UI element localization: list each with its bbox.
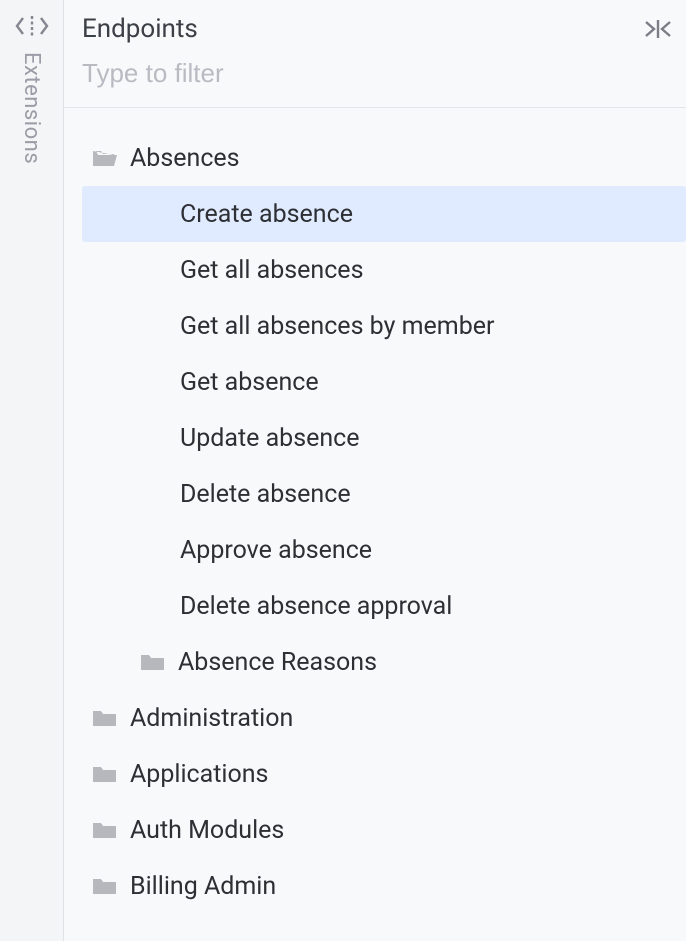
tree-item[interactable]: Absences bbox=[82, 130, 686, 186]
filter-input[interactable] bbox=[82, 58, 668, 89]
tree-item-label: Update absence bbox=[180, 424, 360, 453]
tree-item-label: Create absence bbox=[180, 200, 353, 229]
endpoint-tree: Absences Create absence Get all absences Ge… bbox=[64, 108, 686, 914]
tree-item[interactable]: Get all absences by member bbox=[82, 298, 686, 354]
tree-item[interactable]: Delete absence bbox=[82, 466, 686, 522]
tree-item-label: Auth Modules bbox=[130, 816, 284, 845]
tree-item-label: Administration bbox=[130, 704, 293, 733]
tree-item-label: Approve absence bbox=[180, 536, 372, 565]
tree-item-label: Absences bbox=[130, 144, 240, 173]
tree-item-label: Get absence bbox=[180, 368, 319, 397]
folder-closed-icon bbox=[140, 652, 166, 672]
panel-header: Endpoints bbox=[64, 0, 686, 58]
tree-item-label: Get all absences bbox=[180, 256, 363, 285]
tree-item[interactable]: Absence Reasons bbox=[82, 634, 686, 690]
tree-item[interactable]: Update absence bbox=[82, 410, 686, 466]
tree-item[interactable]: Approve absence bbox=[82, 522, 686, 578]
tree-item[interactable]: Delete absence approval bbox=[82, 578, 686, 634]
extensions-rail: Extensions bbox=[0, 0, 64, 941]
folder-closed-icon bbox=[92, 820, 118, 840]
tree-item[interactable]: Applications bbox=[82, 746, 686, 802]
extensions-tab-label[interactable]: Extensions bbox=[19, 52, 44, 164]
endpoints-panel: Endpoints Absences Create absence Get all … bbox=[64, 0, 686, 941]
tree-item[interactable]: Administration bbox=[82, 690, 686, 746]
folder-closed-icon bbox=[92, 764, 118, 784]
tree-item-label: Delete absence bbox=[180, 480, 351, 509]
tree-item[interactable]: Create absence bbox=[82, 186, 686, 242]
filter-row bbox=[64, 58, 686, 108]
panel-title: Endpoints bbox=[82, 14, 198, 44]
tree-item[interactable]: Billing Admin bbox=[82, 858, 686, 914]
tree-item[interactable]: Get all absences bbox=[82, 242, 686, 298]
tree-item[interactable]: Auth Modules bbox=[82, 802, 686, 858]
tree-item-label: Billing Admin bbox=[130, 872, 276, 901]
tree-item[interactable]: Get absence bbox=[82, 354, 686, 410]
tree-item-label: Get all absences by member bbox=[180, 312, 494, 341]
tree-item-label: Delete absence approval bbox=[180, 592, 452, 621]
folder-closed-icon bbox=[92, 876, 118, 896]
folder-open-icon bbox=[92, 148, 118, 168]
tree-item-label: Applications bbox=[130, 760, 268, 789]
collapse-panel-icon[interactable] bbox=[644, 19, 672, 39]
expand-panel-icon[interactable] bbox=[15, 14, 49, 38]
tree-item-label: Absence Reasons bbox=[178, 648, 377, 677]
folder-closed-icon bbox=[92, 708, 118, 728]
